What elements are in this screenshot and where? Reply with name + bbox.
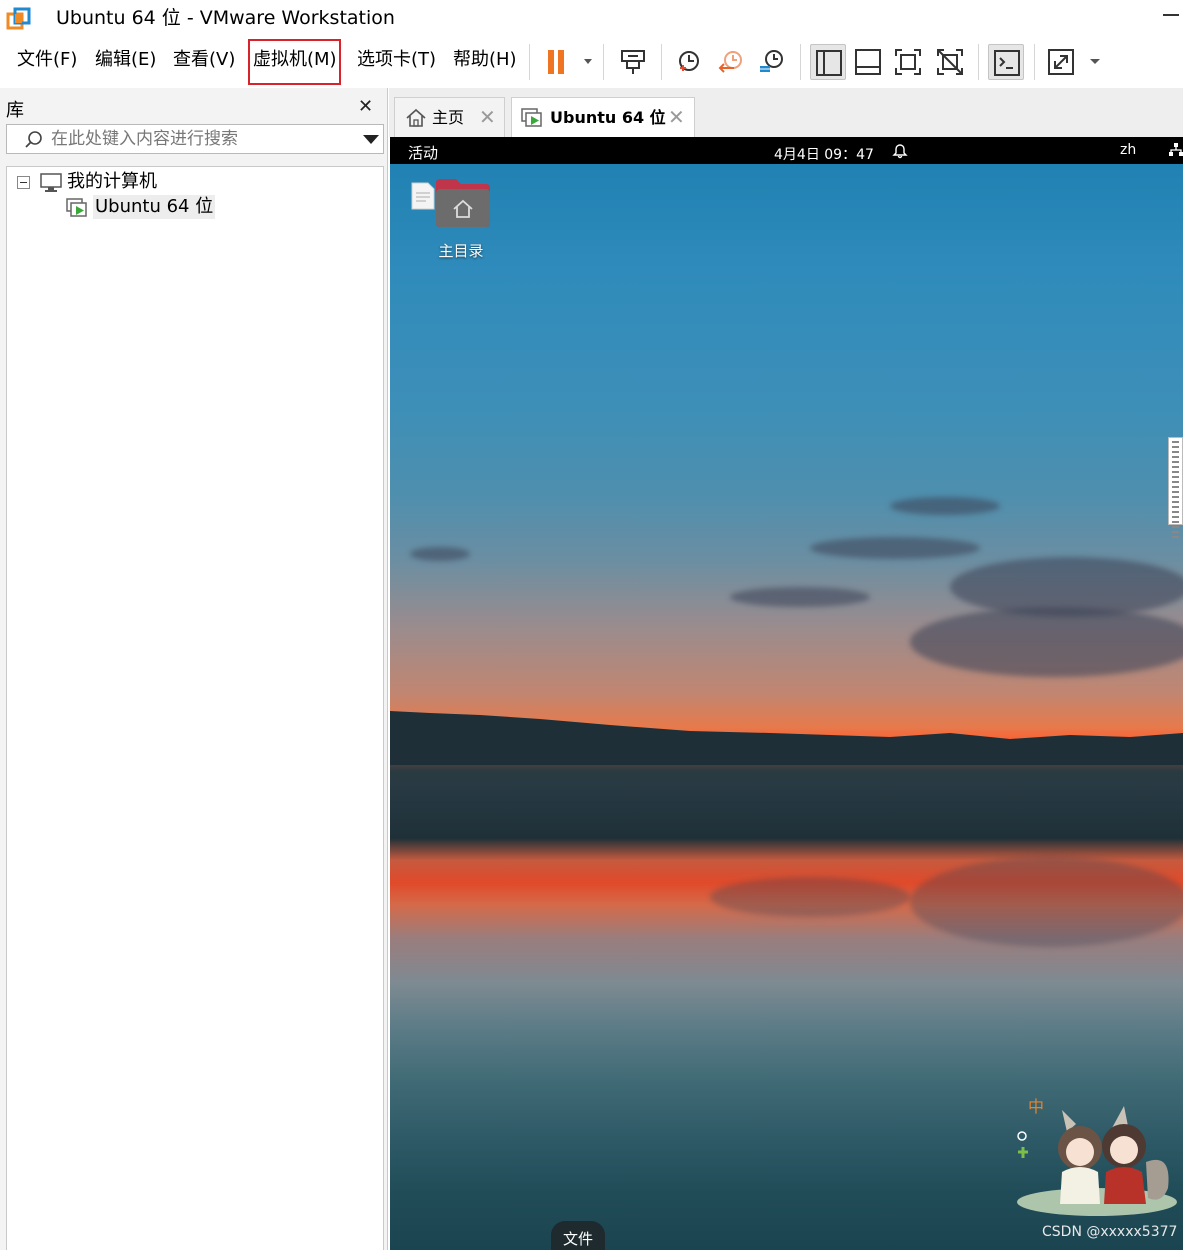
tab-home-label: 主页 bbox=[432, 108, 465, 127]
send-ctrl-alt-del-button[interactable] bbox=[615, 44, 651, 80]
desktop-home-label: 主目录 bbox=[438, 242, 484, 260]
home-folder-icon bbox=[436, 179, 490, 227]
dropdown-arrow-icon bbox=[1090, 59, 1100, 64]
tree-item-my-computer[interactable]: 我的计算机 bbox=[67, 170, 157, 194]
vmware-logo-icon bbox=[6, 7, 31, 30]
send-ctrl-alt-del-icon bbox=[621, 50, 645, 74]
tab-strip: 主页 ✕ Ubuntu 64 位 ✕ bbox=[389, 88, 1183, 137]
stretch-icon bbox=[1048, 49, 1074, 75]
show-thumbnail-bar-icon bbox=[855, 49, 881, 75]
stretch-dropdown-button[interactable] bbox=[1078, 44, 1102, 80]
thumbnail-bar-button[interactable] bbox=[850, 44, 886, 80]
tab-home[interactable]: 主页 ✕ bbox=[394, 97, 505, 137]
minimize-button[interactable] bbox=[1163, 14, 1179, 16]
toolbar-separator bbox=[661, 44, 662, 80]
toolbar-separator bbox=[1034, 44, 1035, 80]
unity-icon bbox=[937, 49, 963, 75]
toolbar-separator bbox=[529, 44, 530, 80]
library-panel: 库 ✕ 我的计算机 Ubuntu 64 位 bbox=[0, 88, 388, 1250]
stretch-button[interactable] bbox=[1044, 44, 1080, 80]
cloud-shape bbox=[410, 547, 470, 561]
vm-running-icon bbox=[66, 198, 87, 217]
cloud-shape bbox=[910, 607, 1183, 677]
library-search-input[interactable] bbox=[51, 127, 341, 151]
cloud-reflection-shape bbox=[910, 857, 1183, 947]
tab-ubuntu-close-icon[interactable]: ✕ bbox=[668, 105, 685, 129]
guest-clock[interactable]: 4月4日 09：47 bbox=[774, 144, 874, 164]
svg-text:中: 中 bbox=[1028, 1097, 1044, 1116]
search-dropdown-icon[interactable] bbox=[363, 135, 379, 144]
tab-home-close-icon[interactable]: ✕ bbox=[479, 105, 496, 129]
activities-button[interactable]: 活动 bbox=[408, 142, 438, 163]
computer-icon bbox=[40, 173, 62, 192]
tree-collapse-toggle[interactable] bbox=[17, 176, 30, 189]
unity-button[interactable] bbox=[932, 44, 968, 80]
home-icon bbox=[406, 108, 426, 127]
notification-bell-icon[interactable] bbox=[892, 141, 908, 159]
console-view-button[interactable] bbox=[988, 44, 1024, 80]
show-library-icon bbox=[816, 50, 842, 76]
toolbar-separator bbox=[603, 44, 604, 80]
take-snapshot-button[interactable] bbox=[670, 44, 706, 80]
cloud-shape bbox=[890, 497, 1000, 515]
menu-view[interactable]: 查看(V) bbox=[173, 48, 235, 72]
snapshot-icon bbox=[679, 51, 699, 71]
show-library-button[interactable] bbox=[810, 44, 846, 80]
power-dropdown-button[interactable] bbox=[570, 44, 594, 80]
library-tree: 我的计算机 Ubuntu 64 位 bbox=[6, 166, 384, 1250]
toolbar-separator bbox=[978, 44, 979, 80]
snapshot-manager-icon bbox=[760, 50, 783, 72]
library-title: 库 bbox=[6, 100, 24, 121]
vm-console-screen[interactable]: 活动 4月4日 09：47 zh 主目录 中 文件 CSDN @xxxxx537… bbox=[390, 137, 1183, 1250]
menu-edit[interactable]: 编辑(E) bbox=[95, 48, 156, 72]
csdn-watermark: CSDN @xxxxx5377 bbox=[1042, 1224, 1178, 1240]
menu-toolbar: 文件(F) 编辑(E) 查看(V) 虚拟机(M) 选项卡(T) 帮助(H) bbox=[0, 36, 1183, 88]
revert-snapshot-icon bbox=[718, 51, 742, 73]
library-close-button[interactable]: ✕ bbox=[358, 96, 373, 117]
tree-item-ubuntu-vm[interactable]: Ubuntu 64 位 bbox=[93, 195, 216, 219]
vm-running-icon bbox=[521, 108, 542, 127]
tab-ubuntu-vm[interactable]: Ubuntu 64 位 ✕ bbox=[511, 97, 695, 137]
search-icon bbox=[25, 131, 42, 148]
cloud-shape bbox=[730, 587, 870, 607]
fullscreen-button[interactable] bbox=[890, 44, 926, 80]
menu-help[interactable]: 帮助(H) bbox=[453, 48, 517, 72]
dock-files-button[interactable]: 文件 bbox=[551, 1221, 605, 1250]
treeline-silhouette bbox=[390, 711, 1183, 779]
network-icon[interactable] bbox=[1168, 142, 1183, 158]
anime-sticker-image: 中 bbox=[1017, 1097, 1177, 1216]
toolbar-separator bbox=[800, 44, 801, 80]
revert-snapshot-button[interactable] bbox=[712, 44, 748, 80]
dropdown-arrow-icon bbox=[584, 59, 592, 64]
text-file-icon bbox=[411, 182, 435, 210]
tab-ubuntu-vm-label: Ubuntu 64 位 bbox=[550, 108, 666, 127]
guest-top-bar: 活动 4月4日 09：47 zh bbox=[390, 137, 1183, 164]
input-language-indicator[interactable]: zh bbox=[1120, 142, 1136, 158]
window-title: Ubuntu 64 位 - VMware Workstation bbox=[56, 7, 395, 29]
menu-tabs[interactable]: 选项卡(T) bbox=[357, 48, 436, 72]
cloud-reflection-shape bbox=[710, 877, 910, 917]
window-titlebar: Ubuntu 64 位 - VMware Workstation bbox=[0, 0, 1183, 36]
fullscreen-icon bbox=[895, 49, 921, 75]
side-scroll-strip[interactable] bbox=[1168, 437, 1183, 538]
snapshot-manager-button[interactable] bbox=[754, 44, 790, 80]
library-search-box bbox=[6, 124, 384, 154]
cloud-shape bbox=[810, 537, 980, 559]
menu-vm[interactable]: 虚拟机(M) bbox=[253, 48, 337, 72]
console-view-icon bbox=[994, 50, 1020, 76]
menu-file[interactable]: 文件(F) bbox=[17, 48, 77, 72]
